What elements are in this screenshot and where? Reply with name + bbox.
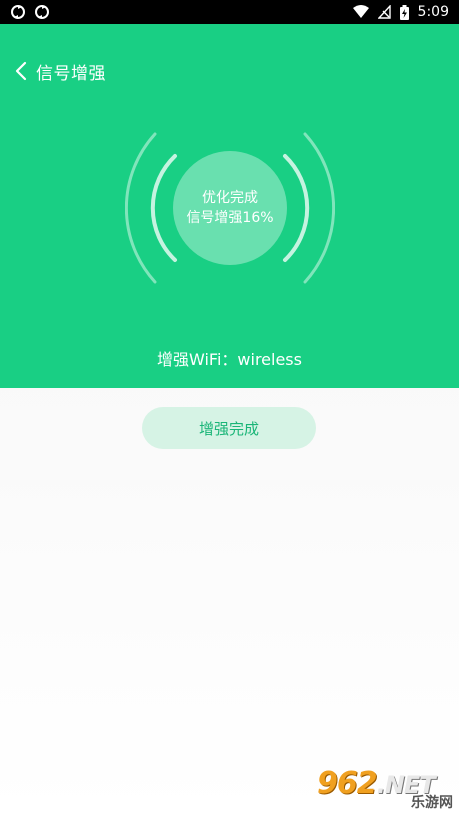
chevron-left-icon[interactable] bbox=[14, 59, 34, 83]
status-bar-left bbox=[10, 4, 50, 20]
wifi-icon bbox=[352, 5, 369, 19]
status-bar: 5:09 bbox=[0, 0, 459, 24]
signal-graphic: 优化完成 信号增强16% bbox=[125, 130, 335, 286]
sync-icon bbox=[10, 4, 26, 20]
result-status: 优化完成 bbox=[202, 190, 258, 206]
result-circle: 优化完成 信号增强16% bbox=[173, 151, 287, 265]
status-time: 5:09 bbox=[417, 4, 449, 20]
no-signal-icon bbox=[377, 5, 391, 19]
sync-icon bbox=[34, 4, 50, 20]
battery-icon bbox=[399, 4, 409, 20]
status-bar-right: 5:09 bbox=[352, 4, 449, 20]
wifi-name: 增强WiFi：wireless bbox=[157, 350, 302, 369]
boost-complete-button[interactable]: 增强完成 bbox=[142, 407, 316, 449]
top-bar: 信号增强 bbox=[0, 54, 106, 88]
result-boost: 信号增强16% bbox=[186, 210, 274, 226]
header-panel: 信号增强 优化完成 信号增强16% 增强WiFi：wireless bbox=[0, 24, 459, 388]
page-title: 信号增强 bbox=[36, 63, 106, 84]
site-watermark-logo: 962.NET 乐游网 bbox=[317, 766, 453, 812]
watermark-site: 乐游网 bbox=[411, 795, 453, 811]
